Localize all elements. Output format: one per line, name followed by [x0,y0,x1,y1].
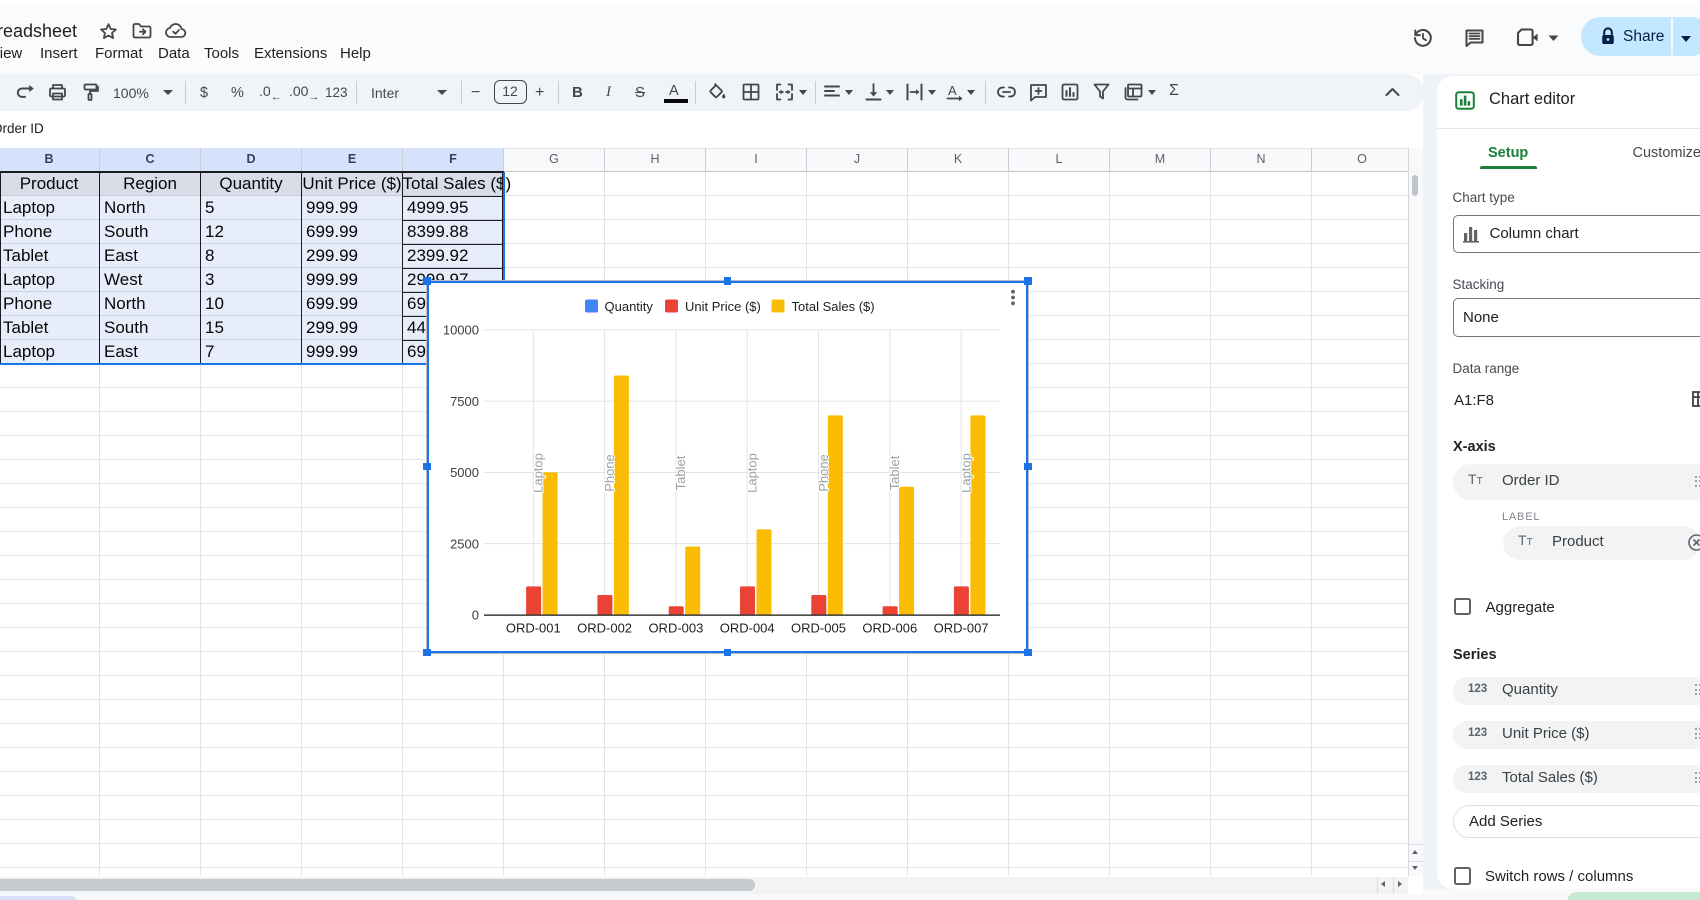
svg-text:7500: 7500 [450,393,479,408]
svg-text:Laptop: Laptop [531,453,546,493]
svg-text:Laptop: Laptop [958,453,973,493]
svg-text:10000: 10000 [443,322,479,337]
svg-text:Laptop: Laptop [745,453,760,493]
svg-text:Unit Price ($): Unit Price ($) [685,298,761,313]
svg-text:ORD-002: ORD-002 [577,620,632,635]
svg-text:A: A [948,83,957,98]
svg-text:ORD-003: ORD-003 [648,620,703,635]
svg-text:Total Sales ($): Total Sales ($) [792,298,875,313]
svg-text:Tablet: Tablet [673,455,688,490]
svg-text:Phone: Phone [602,454,617,492]
svg-text:ORD-001: ORD-001 [506,620,561,635]
svg-text:Phone: Phone [816,454,831,492]
svg-text:Tablet: Tablet [887,455,902,490]
svg-text:0: 0 [472,607,479,622]
svg-text:ORD-006: ORD-006 [862,620,917,635]
svg-text:ORD-005: ORD-005 [791,620,846,635]
svg-text:5000: 5000 [450,465,479,480]
svg-text:ORD-007: ORD-007 [934,620,989,635]
svg-text:Quantity: Quantity [605,298,654,313]
svg-text:ORD-004: ORD-004 [720,620,775,635]
svg-text:2500: 2500 [450,536,479,551]
